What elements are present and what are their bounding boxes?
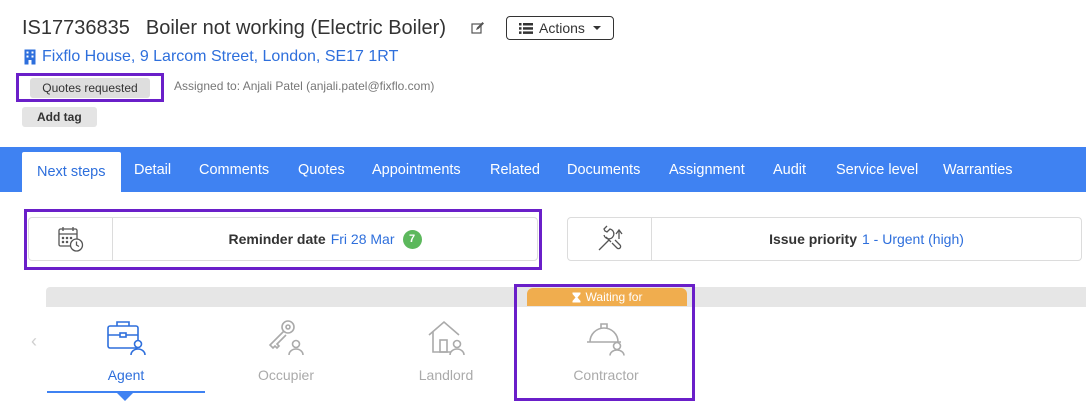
- calendar-clock-icon: [29, 218, 113, 260]
- step-occupier[interactable]: Occupier: [207, 318, 365, 390]
- hardhat-user-icon: [585, 318, 627, 361]
- step-agent[interactable]: Agent: [47, 318, 205, 390]
- priority-label: Issue priority: [769, 231, 857, 247]
- tab-comments[interactable]: Comments: [199, 147, 269, 192]
- tab-related[interactable]: Related: [490, 147, 540, 192]
- property-address[interactable]: Fixflo House, 9 Larcom Street, London, S…: [24, 46, 398, 68]
- waiting-for-label: Waiting for: [585, 290, 643, 304]
- address-link[interactable]: Fixflo House, 9 Larcom Street, London, S…: [42, 48, 398, 66]
- reminder-text: Reminder date Fri 28 Mar 7: [113, 218, 537, 260]
- wrench-priority-icon: [568, 218, 652, 260]
- list-icon: [519, 22, 533, 34]
- add-tag-button[interactable]: Add tag: [22, 107, 97, 127]
- step-label: Agent: [107, 367, 145, 383]
- house-user-icon: [425, 318, 467, 361]
- issue-title: Boiler not working (Electric Boiler): [145, 16, 446, 39]
- actions-dropdown-button[interactable]: Actions: [506, 16, 614, 40]
- edit-icon[interactable]: [470, 20, 486, 36]
- tab-quotes[interactable]: Quotes: [298, 147, 345, 192]
- step-label: Occupier: [257, 367, 315, 383]
- tab-documents[interactable]: Documents: [567, 147, 640, 192]
- tab-appointments[interactable]: Appointments: [372, 147, 461, 192]
- issue-header: IS17736835 Boiler not working (Electric …: [22, 14, 614, 42]
- tab-warranties[interactable]: Warranties: [943, 147, 1013, 192]
- tab-bar: Next steps Detail Comments Quotes Appoin…: [0, 147, 1086, 192]
- tab-audit[interactable]: Audit: [773, 147, 806, 192]
- reminder-label: Reminder date: [228, 231, 326, 247]
- key-user-icon: [265, 318, 307, 361]
- status-highlight: Quotes requested: [16, 73, 164, 102]
- reminder-card[interactable]: Reminder date Fri 28 Mar 7: [28, 217, 538, 261]
- reminder-date[interactable]: Fri 28 Mar: [331, 231, 395, 247]
- step-label: Contractor: [573, 367, 639, 383]
- hourglass-icon: [572, 292, 581, 303]
- issue-reference: IS17736835: [22, 16, 130, 39]
- tab-service-level[interactable]: Service level: [836, 147, 918, 192]
- status-badge: Quotes requested: [30, 77, 150, 98]
- waiting-for-badge: Waiting for: [527, 288, 687, 306]
- step-landlord[interactable]: Landlord: [367, 318, 525, 390]
- tab-detail[interactable]: Detail: [134, 147, 171, 192]
- chevron-left-icon[interactable]: ‹: [22, 287, 46, 395]
- chevron-down-icon: [592, 26, 601, 30]
- actions-label: Actions: [539, 20, 585, 36]
- building-icon: [24, 49, 36, 65]
- reminder-count-badge: 7: [402, 229, 422, 249]
- tab-assignment[interactable]: Assignment: [669, 147, 745, 192]
- priority-text: Issue priority 1 - Urgent (high): [652, 218, 1081, 260]
- tab-next-steps[interactable]: Next steps: [22, 152, 121, 192]
- step-label: Landlord: [418, 367, 474, 383]
- priority-value[interactable]: 1 - Urgent (high): [862, 231, 964, 247]
- active-step-pointer: [117, 393, 133, 401]
- briefcase-user-icon: [105, 318, 147, 361]
- assigned-to: Assigned to: Anjali Patel (anjali.patel@…: [174, 79, 435, 93]
- priority-card[interactable]: Issue priority 1 - Urgent (high): [567, 217, 1082, 261]
- step-contractor[interactable]: Contractor: [527, 318, 685, 390]
